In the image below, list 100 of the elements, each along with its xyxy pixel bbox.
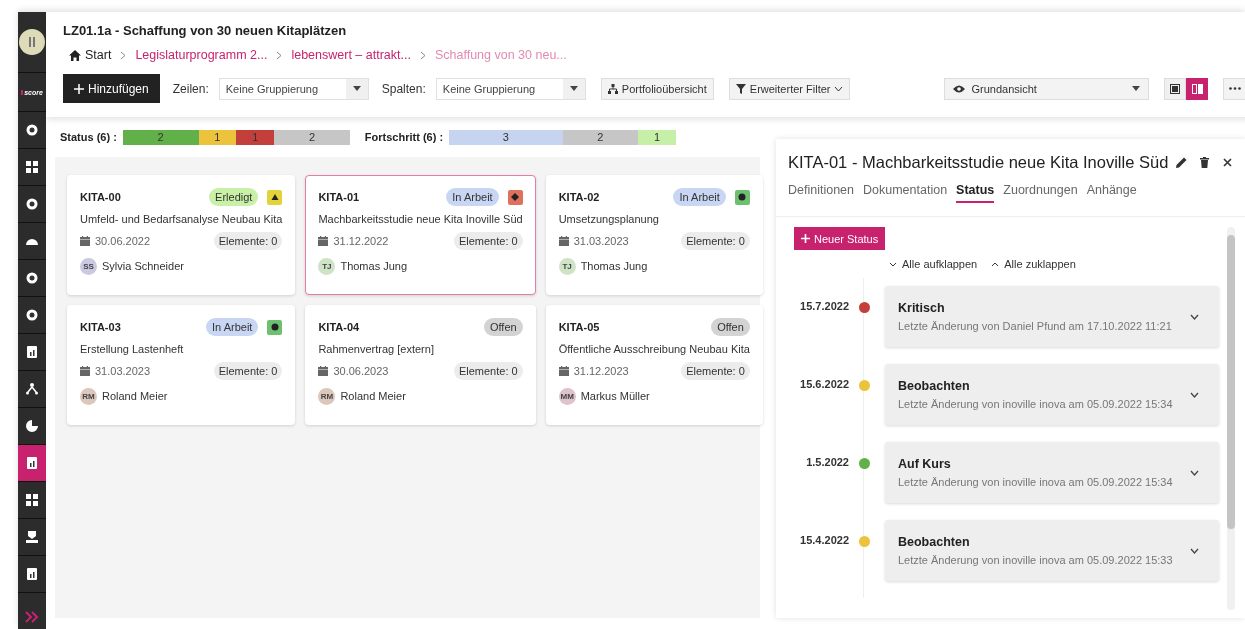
card-title: Machbarkeitsstudie neue Kita Inoville Süd [318, 213, 523, 225]
filter-icon [735, 83, 746, 94]
task-card[interactable]: KITA-00 Erledigt Umfeld- und Bedarfsanalyse Neubau Kita 30.06.2022 Elemente: 0 SS Sylvia Schneider [67, 175, 296, 295]
status-title: Beobachten [898, 379, 971, 393]
chevron-down-icon [834, 85, 844, 92]
status-badge: In Arbeit [206, 318, 259, 336]
elements-count: Elemente: 0 [213, 362, 283, 380]
tab[interactable]: Definitionen [788, 183, 854, 203]
task-card[interactable]: KITA-02 In Arbeit Umsetzungsplanung 31.03.2023 Elemente: 0 TJ Thomas Jung [545, 175, 763, 295]
status-date: 15.7.2022 [799, 300, 849, 312]
tab[interactable]: Anhänge [1086, 183, 1137, 203]
change-info: Letzte Änderung von inoville inova am 05.09.2022 15:33 [898, 554, 1174, 566]
status-entry[interactable]: Beobachten Letzte Änderung von inoville inova am 05.09.2022 15:33 [885, 520, 1219, 581]
due-date: 31.12.2023 [573, 365, 630, 377]
card-id: KITA-00 [80, 191, 122, 203]
person-name: Sylvia Schneider [102, 260, 184, 272]
chevron-down-icon [1190, 391, 1199, 398]
breadcrumb-link[interactable]: Legislaturprogramm 2... [135, 48, 268, 62]
plus-icon [74, 83, 84, 94]
calendar-icon [318, 366, 329, 376]
progress-segment: 2 [562, 129, 639, 145]
avatar: RM [80, 387, 97, 405]
bar-chart-icon [26, 568, 38, 580]
scrollbar[interactable] [1227, 227, 1235, 610]
avatar: SS [80, 257, 97, 275]
avatar: RM [318, 387, 336, 405]
chevron-up-icon [991, 261, 1000, 267]
grid-icon [26, 494, 38, 506]
rows-label: Zeilen: [172, 81, 209, 96]
more-button[interactable] [1223, 77, 1245, 100]
person-name: Roland Meier [102, 390, 168, 402]
columns-select[interactable]: Keine Gruppierung [435, 77, 586, 100]
card-title: Erstellung Lastenheft [80, 343, 185, 355]
task-card[interactable]: KITA-04 Offen Rahmenvertrag [extern] 30.06.2023 Elemente: 0 RM Roland Meier [305, 305, 536, 425]
filter-button[interactable]: Erweiterter Filter [728, 77, 851, 100]
dropdown-arrow-icon [569, 86, 578, 91]
grid-icon [26, 161, 38, 173]
pie-chart-icon [26, 420, 38, 432]
calendar-icon [558, 236, 569, 246]
columns-label: Spalten: [381, 81, 426, 96]
status-title: Beobachten [898, 535, 971, 549]
view-select[interactable]: Grundansicht [944, 77, 1150, 100]
tab[interactable]: Dokumentation [863, 183, 948, 203]
card-title: Öffentliche Ausschreibung Neubau Kita [558, 343, 750, 355]
split-icon [1192, 83, 1203, 94]
status-badge: Offen [711, 318, 750, 336]
avatar: TJ [558, 257, 576, 275]
elements-count: Elemente: 0 [453, 362, 523, 380]
task-card[interactable]: KITA-01 In Arbeit Machbarkeitsstudie neue Kita Inoville Süd 31.12.2022 Elemente: 0 TJ Thomas Jung [305, 175, 536, 295]
split-view-button[interactable] [1186, 77, 1209, 100]
chevron-right-icon [120, 50, 127, 60]
status-entry[interactable]: Beobachten Letzte Änderung von inoville inova am 05.09.2022 15:34 [885, 364, 1219, 425]
change-info: Letzte Änderung von inoville inova am 05.09.2022 15:34 [898, 398, 1174, 410]
double-chevron-icon [25, 611, 39, 623]
status-date: 15.6.2022 [799, 378, 849, 390]
card-id: KITA-04 [318, 321, 361, 333]
single-view-button[interactable] [1164, 77, 1187, 100]
square-icon [1170, 83, 1181, 94]
collapse-all-link[interactable]: Alle zuklappen [991, 258, 1076, 270]
calendar-icon [80, 366, 90, 376]
progress-segment: 3 [449, 129, 563, 145]
breadcrumb-link[interactable]: lebenswert – attrakt... [291, 48, 411, 62]
pause-icon[interactable] [19, 29, 45, 55]
status-entry[interactable]: Kritisch Letzte Änderung von Daniel Pfund am 17.10.2022 11:21 [885, 286, 1219, 347]
portfolio-button[interactable]: Portfolioübersicht [600, 77, 714, 100]
person-name: Thomas Jung [580, 260, 648, 272]
tab[interactable]: Zuordnungen [1003, 183, 1078, 203]
task-card[interactable]: KITA-05 Offen Öffentliche Ausschreibung Neubau Kita 31.12.2023 Elemente: 0 MM Markus Müller [545, 305, 763, 425]
add-button[interactable]: Hinzufügen [63, 74, 160, 103]
new-status-button[interactable]: Neuer Status [794, 227, 886, 250]
card-id: KITA-03 [80, 321, 122, 333]
change-info: Letzte Änderung von Daniel Pfund am 17.10.2022 11:21 [898, 320, 1173, 332]
status-badge: In Arbeit [446, 188, 499, 206]
card-id: KITA-02 [558, 191, 601, 203]
expand-all-link[interactable]: Alle aufklappen [889, 258, 978, 270]
person-name: Markus Müller [580, 390, 650, 402]
tab[interactable]: Status [956, 183, 995, 203]
report-icon [26, 457, 38, 469]
status-badge: Erledigt [209, 188, 259, 206]
chevron-right-icon [419, 50, 426, 60]
due-date: 31.12.2022 [333, 235, 390, 247]
chevron-down-icon [1190, 313, 1199, 320]
elements-count: Elemente: 0 [213, 232, 283, 250]
sidebar-button[interactable] [18, 445, 46, 482]
rows-select[interactable]: Keine Gruppierung [218, 77, 369, 100]
task-card[interactable]: KITA-03 In Arbeit Erstellung Lastenheft 31.03.2023 Elemente: 0 RM Roland Meier [67, 305, 296, 425]
network-icon [26, 383, 38, 395]
dropdown-arrow-icon [1132, 86, 1141, 91]
close-icon [1222, 157, 1232, 167]
status-title: Kritisch [898, 301, 946, 315]
status-segment: 2 [122, 129, 199, 145]
status-entry[interactable]: Auf Kurs Letzte Änderung von inoville inova am 05.09.2022 15:34 [885, 442, 1219, 503]
elements-count: Elemente: 0 [681, 362, 750, 380]
detail-title: KITA-01 - Machbarkeitsstudie neue Kita Inoville Süd [788, 152, 1169, 172]
home-link[interactable]: Start [69, 48, 112, 62]
person-name: Thomas Jung [340, 260, 408, 272]
breadcrumb-current: Schaffung von 30 neu... [434, 48, 567, 62]
plus-icon [801, 234, 810, 243]
home-icon [69, 49, 81, 61]
dropdown-arrow-icon [352, 86, 361, 91]
